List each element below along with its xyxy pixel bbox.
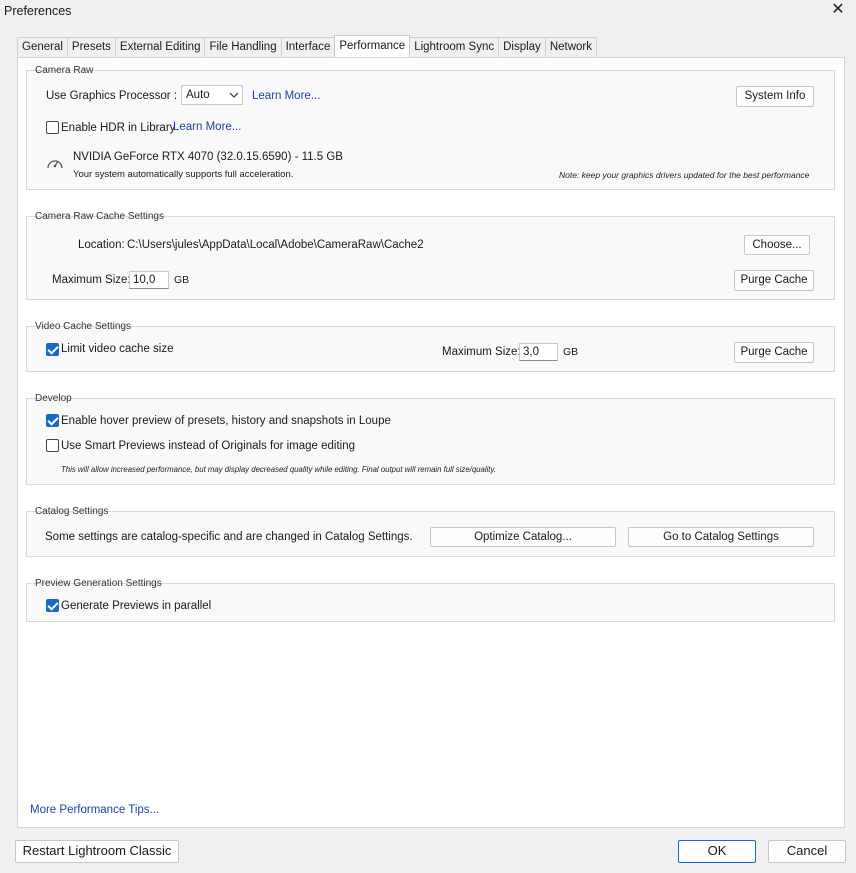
gpu-name: NVIDIA GeForce RTX 4070 (32.0.15.6590) -… <box>73 151 343 163</box>
purge-cache-button[interactable]: Purge Cache <box>734 270 814 291</box>
tab-file-handling[interactable]: File Handling <box>204 37 282 57</box>
catalog-title: Catalog Settings <box>35 506 109 517</box>
system-info-button[interactable]: System Info <box>736 86 814 107</box>
video-cache-unit: GB <box>563 346 579 358</box>
performance-tips-link[interactable]: More Performance Tips... <box>30 804 159 816</box>
tab-performance[interactable]: Performance <box>334 35 411 57</box>
cache-location-value: C:\Users\jules\AppData\Local\Adobe\Camer… <box>127 239 424 251</box>
tab-external-editing[interactable]: External Editing <box>114 37 206 57</box>
gpu-driver-note: Note: keep your graphics drivers updated… <box>559 170 810 180</box>
optimize-catalog-button[interactable]: Optimize Catalog... <box>430 527 616 547</box>
gauge-icon <box>47 160 63 169</box>
ok-button[interactable]: OK <box>678 840 756 863</box>
go-to-catalog-settings-button[interactable]: Go to Catalog Settings <box>628 527 814 547</box>
cache-unit: GB <box>174 274 190 286</box>
tab-display[interactable]: Display <box>498 37 546 57</box>
develop-title: Develop <box>35 393 72 404</box>
gpu-select[interactable]: Auto <box>181 85 243 105</box>
title-bar <box>0 0 856 26</box>
smart-previews-checkbox[interactable] <box>46 439 59 452</box>
cache-max-label: Maximum Size: <box>52 274 131 286</box>
hover-preview-checkbox[interactable] <box>46 414 59 427</box>
learn-more-gpu-link[interactable]: Learn More... <box>252 90 320 102</box>
hover-preview-label: Enable hover preview of presets, history… <box>61 415 391 427</box>
restart-lightroom-button[interactable]: Restart Lightroom Classic <box>15 840 179 863</box>
parallel-previews-label: Generate Previews in parallel <box>61 600 212 612</box>
choose-button[interactable]: Choose... <box>744 235 810 255</box>
hdr-label: Enable HDR in Library <box>61 122 176 134</box>
develop-note: This will allow increased performance, b… <box>61 465 496 474</box>
parallel-previews-checkbox[interactable] <box>46 599 59 612</box>
cache-title: Camera Raw Cache Settings <box>35 211 164 222</box>
camera-raw-title: Camera Raw <box>35 65 94 76</box>
preview-title: Preview Generation Settings <box>35 578 162 589</box>
window-title: Preferences <box>4 4 72 18</box>
video-purge-cache-button[interactable]: Purge Cache <box>734 342 814 363</box>
close-icon[interactable]: ✕ <box>820 0 856 22</box>
tab-general[interactable]: General <box>17 37 68 57</box>
chevron-down-icon <box>229 92 239 98</box>
tab-interface[interactable]: Interface <box>280 37 336 57</box>
gpu-status: Your system automatically supports full … <box>73 169 294 180</box>
cancel-button[interactable]: Cancel <box>768 840 846 863</box>
video-max-label: Maximum Size: <box>442 346 521 358</box>
learn-more-hdr-link[interactable]: Learn More... <box>173 121 241 133</box>
smart-previews-label: Use Smart Previews instead of Originals … <box>61 440 356 452</box>
gpu-select-value: Auto <box>186 89 210 101</box>
cache-max-input[interactable]: 10,0 <box>129 271 169 289</box>
video-cache-title: Video Cache Settings <box>35 321 131 332</box>
tab-presets[interactable]: Presets <box>66 37 116 57</box>
tab-lightroom-sync[interactable]: Lightroom Sync <box>409 37 500 57</box>
tab-network[interactable]: Network <box>544 37 597 57</box>
gpu-label: Use Graphics Processor : <box>46 90 178 102</box>
catalog-text: Some settings are catalog-specific and a… <box>45 531 413 543</box>
hdr-checkbox[interactable] <box>46 121 59 134</box>
limit-video-cache-checkbox[interactable] <box>46 343 59 356</box>
video-max-input[interactable]: 3,0 <box>519 343 558 361</box>
limit-video-cache-label: Limit video cache size <box>61 343 174 355</box>
tab-bar: General Presets External Editing File Ha… <box>17 35 597 57</box>
cache-location-label: Location: <box>78 239 125 251</box>
